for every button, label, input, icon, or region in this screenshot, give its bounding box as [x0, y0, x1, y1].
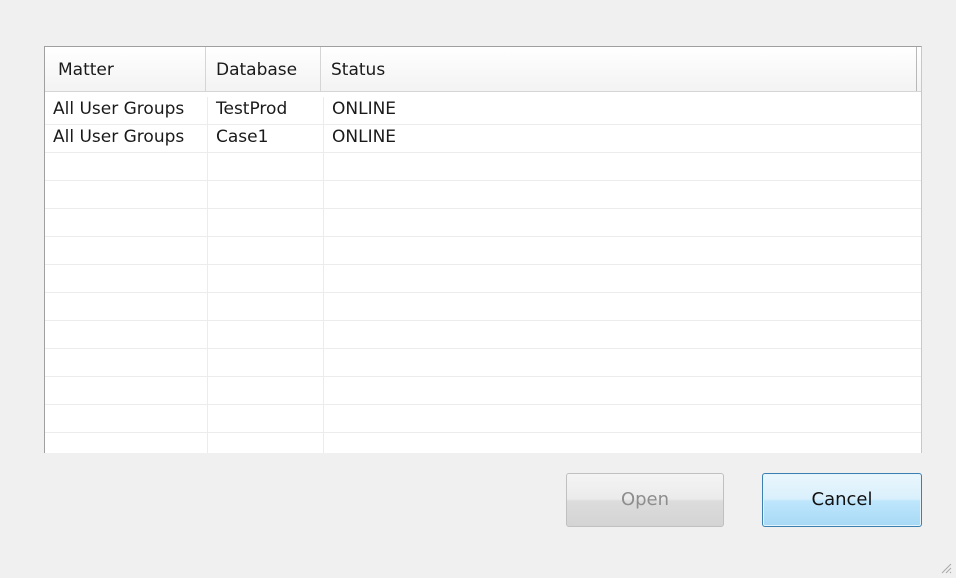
empty-row — [45, 237, 921, 265]
empty-cell — [324, 321, 921, 349]
empty-cell — [324, 181, 921, 209]
empty-row — [45, 433, 921, 453]
empty-cell — [324, 405, 921, 433]
empty-cell — [45, 153, 208, 181]
empty-row — [45, 349, 921, 377]
empty-cell — [45, 349, 208, 377]
empty-cell — [208, 433, 324, 453]
empty-cell — [45, 237, 208, 265]
cell-database: Case1 — [208, 125, 324, 153]
empty-cell — [208, 181, 324, 209]
empty-cell — [324, 377, 921, 405]
table-row[interactable]: All User Groups TestProd ONLINE — [45, 97, 921, 125]
empty-cell — [208, 293, 324, 321]
empty-cell — [208, 153, 324, 181]
cell-matter: All User Groups — [45, 125, 208, 153]
empty-cell — [324, 293, 921, 321]
empty-cell — [208, 237, 324, 265]
empty-row — [45, 153, 921, 181]
empty-cell — [208, 349, 324, 377]
empty-row — [45, 181, 921, 209]
empty-cell — [45, 433, 208, 453]
empty-cell — [45, 209, 208, 237]
empty-cell — [324, 153, 921, 181]
empty-row — [45, 293, 921, 321]
empty-cell — [45, 181, 208, 209]
empty-cell — [324, 265, 921, 293]
empty-cell — [208, 209, 324, 237]
cell-status: ONLINE — [332, 127, 397, 147]
empty-row — [45, 265, 921, 293]
grid-header: Matter Database Status — [45, 47, 921, 92]
empty-cell — [45, 405, 208, 433]
empty-cell — [208, 405, 324, 433]
cell-matter: All User Groups — [45, 97, 208, 125]
empty-cell — [208, 377, 324, 405]
table-row[interactable]: All User Groups Case1 ONLINE — [45, 125, 921, 153]
open-button[interactable]: Open — [566, 473, 724, 527]
cell-database: TestProd — [208, 97, 324, 125]
empty-cell — [324, 433, 921, 453]
empty-row — [45, 377, 921, 405]
open-matter-dialog: Matter Database Status All User Groups T… — [0, 0, 956, 578]
cancel-button[interactable]: Cancel — [762, 473, 922, 527]
empty-cell — [208, 321, 324, 349]
column-header-status[interactable]: Status — [321, 47, 917, 91]
empty-cell — [45, 377, 208, 405]
empty-cell — [45, 293, 208, 321]
resize-grip-icon[interactable] — [938, 560, 952, 574]
column-header-database[interactable]: Database — [206, 47, 321, 91]
empty-row — [45, 405, 921, 433]
cell-status: ONLINE — [332, 99, 397, 119]
matter-database-grid[interactable]: Matter Database Status All User Groups T… — [44, 46, 922, 453]
empty-cell — [324, 349, 921, 377]
empty-cell — [45, 321, 208, 349]
empty-cell — [208, 265, 324, 293]
empty-cell — [324, 237, 921, 265]
empty-row — [45, 209, 921, 237]
empty-row — [45, 321, 921, 349]
empty-cell — [324, 209, 921, 237]
column-header-matter[interactable]: Matter — [45, 47, 206, 91]
grid-body: All User Groups TestProd ONLINE All User… — [45, 97, 921, 453]
empty-cell — [45, 265, 208, 293]
